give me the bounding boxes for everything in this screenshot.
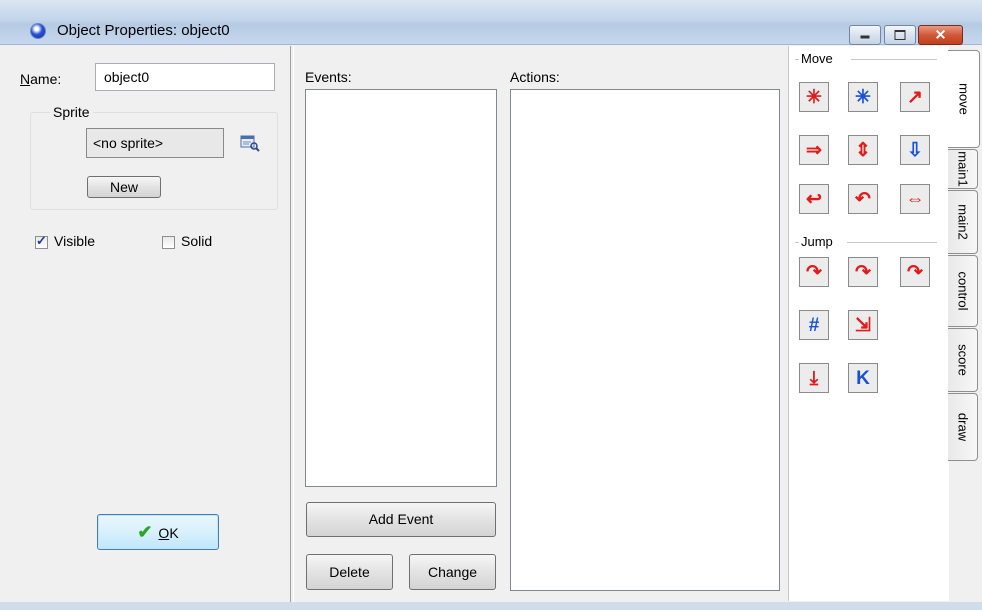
sprite-browse-icon[interactable] (240, 134, 260, 152)
group-divider (847, 242, 937, 243)
title-bar[interactable]: Object Properties: object0 ✕ (0, 0, 982, 45)
solid-label[interactable]: Solid (181, 233, 212, 249)
jump-to-start-icon[interactable]: ↷ (848, 257, 878, 287)
jump-to-position-icon[interactable]: ↷ (799, 257, 829, 287)
delete-event-button[interactable]: Delete (306, 554, 393, 590)
tab-score[interactable]: score (948, 328, 978, 392)
jump-to-random-icon[interactable]: ↷ (900, 257, 930, 287)
close-icon: ✕ (934, 26, 947, 43)
actions-label: Actions: (510, 69, 560, 85)
move-fixed-icon[interactable]: ✳ (799, 82, 829, 112)
set-gravity-icon[interactable]: ⇩ (900, 135, 930, 165)
group-header-move: Move (801, 51, 833, 66)
set-friction-icon[interactable]: ⇔ (900, 184, 930, 214)
reverse-horizontal-icon[interactable]: ↩ (799, 184, 829, 214)
move-towards-icon[interactable]: ↗ (900, 82, 930, 112)
move-to-contact-icon[interactable]: ⤓ (799, 363, 829, 393)
tab-move[interactable]: move (948, 50, 980, 148)
add-event-button[interactable]: Add Event (306, 502, 496, 537)
object-properties-window: Object Properties: object0 ✕ Name: Sprit… (0, 0, 982, 610)
group-header-jump: Jump (801, 234, 833, 249)
close-button[interactable]: ✕ (918, 25, 963, 45)
tab-control[interactable]: control (948, 255, 978, 327)
change-event-button[interactable]: Change (409, 554, 496, 590)
group-divider (795, 242, 799, 243)
tab-draw[interactable]: draw (948, 393, 978, 461)
maximize-button[interactable] (884, 25, 916, 45)
maximize-icon (894, 30, 906, 40)
name-label: Name: (20, 71, 62, 87)
new-sprite-button[interactable]: New (87, 176, 161, 198)
actions-list[interactable] (510, 89, 780, 591)
ok-button[interactable]: ✔ OK (97, 514, 219, 550)
window-bottom-edge (0, 602, 982, 610)
name-input[interactable] (95, 63, 275, 91)
sprite-select[interactable]: <no sprite> (86, 128, 224, 158)
events-list[interactable] (305, 89, 497, 487)
solid-checkbox[interactable] (162, 236, 175, 249)
speed-horizontal-icon[interactable]: ⇒ (799, 135, 829, 165)
window-title: Object Properties: object0 (57, 22, 230, 39)
minimize-icon (860, 35, 870, 39)
wrap-screen-icon[interactable]: ⇲ (848, 310, 878, 340)
group-divider (795, 59, 799, 60)
visible-label[interactable]: Visible (54, 233, 95, 249)
events-label: Events: (305, 69, 352, 85)
visible-checkbox[interactable] (35, 233, 48, 249)
library-tabs: move main1 main2 control score draw (948, 46, 982, 606)
action-library-panel: Move ✳ ✳ ↗ ⇒ ⇕ ⇩ ↩ ↶ ⇔ Jump ↷ ↷ ↷ # ⇲ ⤓ … (788, 46, 949, 601)
align-to-grid-icon[interactable]: # (799, 310, 829, 340)
sprite-group-label: Sprite (50, 104, 93, 120)
tab-main2[interactable]: main2 (948, 190, 978, 254)
group-divider (851, 59, 937, 60)
bounce-icon[interactable]: K (848, 363, 878, 393)
tab-main1[interactable]: main1 (948, 149, 978, 189)
move-free-icon[interactable]: ✳ (848, 82, 878, 112)
speed-vertical-icon[interactable]: ⇕ (848, 135, 878, 165)
panel-divider (290, 46, 294, 610)
reverse-vertical-icon[interactable]: ↶ (848, 184, 878, 214)
checkmark-icon: ✔ (137, 522, 153, 542)
minimize-button[interactable] (849, 25, 881, 45)
app-icon (30, 23, 46, 39)
